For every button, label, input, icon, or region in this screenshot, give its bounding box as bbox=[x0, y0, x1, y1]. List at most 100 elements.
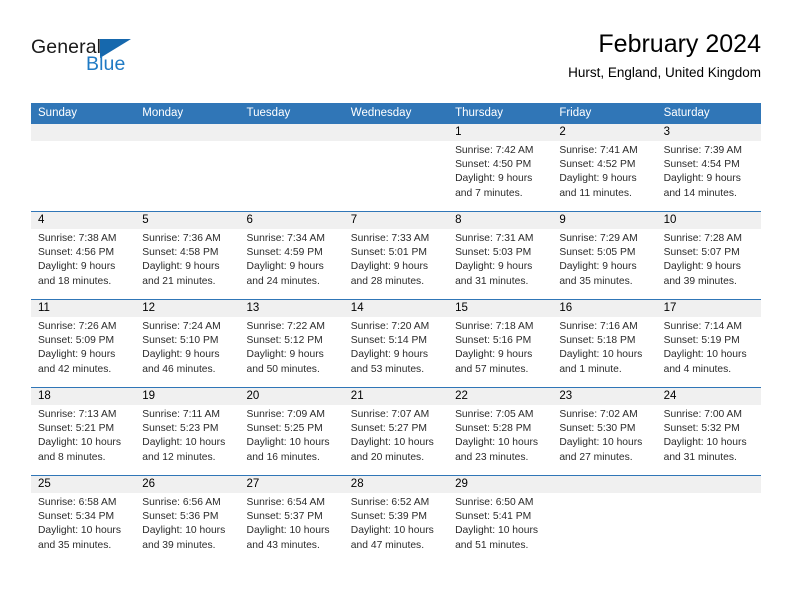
day-number-20[interactable]: 20 bbox=[240, 388, 344, 405]
day-number-empty bbox=[657, 476, 761, 493]
day-number-14[interactable]: 14 bbox=[344, 300, 448, 317]
day-number-17[interactable]: 17 bbox=[657, 300, 761, 317]
day-number-empty bbox=[552, 476, 656, 493]
daylight-text: and 23 minutes. bbox=[455, 451, 529, 463]
sunrise-text: Sunrise: 7:22 AM bbox=[246, 321, 325, 332]
day-number-9[interactable]: 9 bbox=[552, 212, 656, 229]
day-cell-8[interactable]: Sunrise: 7:31 AM Sunset: 5:03 PM Daylight:… bbox=[448, 229, 552, 299]
day-cell-27[interactable]: Sunrise: 6:54 AM Sunset: 5:37 PM Daylight:… bbox=[240, 493, 344, 565]
day-number-19[interactable]: 19 bbox=[135, 388, 239, 405]
day-number-24[interactable]: 24 bbox=[657, 388, 761, 405]
day-number-empty bbox=[344, 124, 448, 141]
day-cell-14[interactable]: Sunrise: 7:20 AM Sunset: 5:14 PM Daylight:… bbox=[344, 317, 448, 387]
daylight-text: Daylight: 9 hours bbox=[455, 349, 533, 361]
day-cell-5[interactable]: Sunrise: 7:36 AM Sunset: 4:58 PM Daylight:… bbox=[135, 229, 239, 299]
day-cell-24[interactable]: Sunrise: 7:00 AM Sunset: 5:32 PM Daylight:… bbox=[657, 405, 761, 475]
daylight-text: Daylight: 10 hours bbox=[246, 437, 330, 449]
day-number-row: 25 26 27 28 29 bbox=[31, 476, 761, 493]
day-cell-2[interactable]: Sunrise: 7:41 AM Sunset: 4:52 PM Daylight:… bbox=[552, 141, 656, 211]
day-cell-1[interactable]: Sunrise: 7:42 AM Sunset: 4:50 PM Daylight:… bbox=[448, 141, 552, 211]
sunset-text: Sunset: 5:07 PM bbox=[663, 247, 740, 259]
general-blue-logo[interactable]: General Blue bbox=[31, 36, 231, 82]
day-cell-17[interactable]: Sunrise: 7:14 AM Sunset: 5:19 PM Daylight:… bbox=[657, 317, 761, 387]
day-cell-11[interactable]: Sunrise: 7:26 AM Sunset: 5:09 PM Daylight:… bbox=[31, 317, 135, 387]
sunset-text: Sunset: 5:03 PM bbox=[455, 247, 532, 259]
daylight-text: and 24 minutes. bbox=[246, 275, 320, 287]
sunrise-text: Sunrise: 7:20 AM bbox=[350, 321, 430, 332]
day-number-22[interactable]: 22 bbox=[448, 388, 552, 405]
day-number-13[interactable]: 13 bbox=[240, 300, 344, 317]
day-number-5[interactable]: 5 bbox=[135, 212, 239, 229]
daylight-text: Daylight: 9 hours bbox=[350, 261, 429, 273]
day-cell-28[interactable]: Sunrise: 6:52 AM Sunset: 5:39 PM Daylight:… bbox=[344, 493, 448, 565]
day-cell-25[interactable]: Sunrise: 6:58 AM Sunset: 5:34 PM Daylight:… bbox=[31, 493, 135, 565]
day-number-28[interactable]: 28 bbox=[344, 476, 448, 493]
day-cell-10[interactable]: Sunrise: 7:28 AM Sunset: 5:07 PM Daylight:… bbox=[657, 229, 761, 299]
daylight-text: and 31 minutes. bbox=[663, 451, 737, 463]
daylight-text: Daylight: 9 hours bbox=[350, 349, 429, 361]
day-cell-22[interactable]: Sunrise: 7:05 AM Sunset: 5:28 PM Daylight:… bbox=[448, 405, 552, 475]
day-number-16[interactable]: 16 bbox=[552, 300, 656, 317]
day-number-2[interactable]: 2 bbox=[552, 124, 656, 141]
day-cell-3[interactable]: Sunrise: 7:39 AM Sunset: 4:54 PM Daylight:… bbox=[657, 141, 761, 211]
day-number-23[interactable]: 23 bbox=[552, 388, 656, 405]
sunset-text: Sunset: 5:28 PM bbox=[455, 423, 532, 435]
day-number-15[interactable]: 15 bbox=[448, 300, 552, 317]
day-number-27[interactable]: 27 bbox=[240, 476, 344, 493]
daylight-text: and 50 minutes. bbox=[246, 363, 320, 375]
day-cell-13[interactable]: Sunrise: 7:22 AM Sunset: 5:12 PM Daylight:… bbox=[240, 317, 344, 387]
day-detail-row: Sunrise: 6:58 AM Sunset: 5:34 PM Daylight:… bbox=[31, 493, 761, 565]
day-number-21[interactable]: 21 bbox=[344, 388, 448, 405]
day-cell-9[interactable]: Sunrise: 7:29 AM Sunset: 5:05 PM Daylight:… bbox=[552, 229, 656, 299]
sunrise-text: Sunrise: 7:05 AM bbox=[455, 409, 534, 420]
daylight-text: and 12 minutes. bbox=[142, 451, 216, 463]
day-number-6[interactable]: 6 bbox=[240, 212, 344, 229]
sunrise-text: Sunrise: 7:13 AM bbox=[38, 409, 117, 420]
day-cell-15[interactable]: Sunrise: 7:18 AM Sunset: 5:16 PM Daylight:… bbox=[448, 317, 552, 387]
day-cell-19[interactable]: Sunrise: 7:11 AM Sunset: 5:23 PM Daylight:… bbox=[135, 405, 239, 475]
sunrise-text: Sunrise: 7:29 AM bbox=[559, 233, 638, 244]
daylight-text: and 20 minutes. bbox=[350, 451, 425, 463]
day-number-8[interactable]: 8 bbox=[448, 212, 552, 229]
calendar-week-row: 1 2 3 Sunrise: 7:42 AM Sunset: 4:50 PM Daylig… bbox=[31, 124, 761, 212]
day-number-3[interactable]: 3 bbox=[657, 124, 761, 141]
day-cell-18[interactable]: Sunrise: 7:13 AM Sunset: 5:21 PM Daylight:… bbox=[31, 405, 135, 475]
daylight-text: Daylight: 10 hours bbox=[246, 525, 330, 537]
day-cell-29[interactable]: Sunrise: 6:50 AM Sunset: 5:41 PM Daylight:… bbox=[448, 493, 552, 565]
day-cell-23[interactable]: Sunrise: 7:02 AM Sunset: 5:30 PM Daylight:… bbox=[552, 405, 656, 475]
weekday-header-saturday: Saturday bbox=[663, 107, 710, 119]
day-cell-21[interactable]: Sunrise: 7:07 AM Sunset: 5:27 PM Daylight:… bbox=[344, 405, 448, 475]
day-number-1[interactable]: 1 bbox=[448, 124, 552, 141]
day-number-12[interactable]: 12 bbox=[135, 300, 239, 317]
sunset-text: Sunset: 5:12 PM bbox=[246, 335, 323, 347]
daylight-text: and 31 minutes. bbox=[455, 275, 529, 287]
day-cell-20[interactable]: Sunrise: 7:09 AM Sunset: 5:25 PM Daylight:… bbox=[240, 405, 344, 475]
day-cell-7[interactable]: Sunrise: 7:33 AM Sunset: 5:01 PM Daylight:… bbox=[344, 229, 448, 299]
day-cell-26[interactable]: Sunrise: 6:56 AM Sunset: 5:36 PM Daylight:… bbox=[135, 493, 239, 565]
day-number-4[interactable]: 4 bbox=[31, 212, 135, 229]
day-number-11[interactable]: 11 bbox=[31, 300, 135, 317]
page-header: General Blue February 2024 Hurst, Englan… bbox=[31, 28, 761, 96]
day-cell-4[interactable]: Sunrise: 7:38 AM Sunset: 4:56 PM Daylight:… bbox=[31, 229, 135, 299]
day-number-10[interactable]: 10 bbox=[657, 212, 761, 229]
day-cell-12[interactable]: Sunrise: 7:24 AM Sunset: 5:10 PM Daylight:… bbox=[135, 317, 239, 387]
daylight-text: and 28 minutes. bbox=[350, 275, 425, 287]
day-number-18[interactable]: 18 bbox=[31, 388, 135, 405]
day-number-7[interactable]: 7 bbox=[344, 212, 448, 229]
day-number-29[interactable]: 29 bbox=[448, 476, 552, 493]
day-number-26[interactable]: 26 bbox=[135, 476, 239, 493]
day-number-empty bbox=[31, 124, 135, 141]
sunset-text: Sunset: 5:37 PM bbox=[246, 511, 323, 523]
daylight-text: and 7 minutes. bbox=[455, 187, 523, 199]
daylight-text: Daylight: 9 hours bbox=[142, 261, 220, 273]
sunset-text: Sunset: 5:36 PM bbox=[142, 511, 219, 523]
sunset-text: Sunset: 5:10 PM bbox=[142, 335, 219, 347]
sunrise-text: Sunrise: 7:16 AM bbox=[559, 321, 638, 332]
day-cell-16[interactable]: Sunrise: 7:16 AM Sunset: 5:18 PM Daylight:… bbox=[552, 317, 656, 387]
daylight-text: Daylight: 9 hours bbox=[38, 261, 116, 273]
daylight-text: Daylight: 10 hours bbox=[38, 437, 121, 449]
daylight-text: and 46 minutes. bbox=[142, 363, 216, 375]
day-number-25[interactable]: 25 bbox=[31, 476, 135, 493]
calendar-week-row: 25 26 27 28 29 Sunrise: 6:58 AM Sunset: 5:34 P… bbox=[31, 476, 761, 565]
day-cell-6[interactable]: Sunrise: 7:34 AM Sunset: 4:59 PM Daylight:… bbox=[240, 229, 344, 299]
